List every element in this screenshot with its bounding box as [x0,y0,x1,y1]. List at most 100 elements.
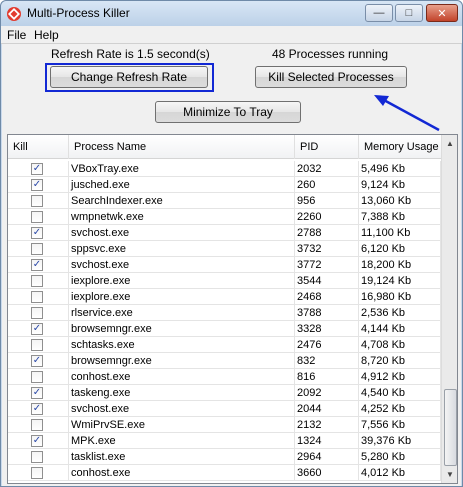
kill-checkbox[interactable] [31,339,43,351]
kill-checkbox[interactable]: ✓ [31,387,43,399]
table-row[interactable]: schtasks.exe 2476 4,708 Kb [8,337,441,353]
table-row[interactable]: conhost.exe 816 4,912 Kb [8,369,441,385]
kill-checkbox[interactable] [31,195,43,207]
menu-help[interactable]: Help [34,28,59,42]
pid-cell: 3772 [295,257,359,273]
kill-checkbox[interactable]: ✓ [31,355,43,367]
table-row[interactable]: iexplore.exe 3544 19,124 Kb [8,273,441,289]
scroll-thumb[interactable] [444,389,457,466]
kill-checkbox[interactable] [31,419,43,431]
scroll-down-icon[interactable]: ▼ [442,466,457,483]
pid-cell: 832 [295,353,359,369]
pid-cell: 3544 [295,273,359,289]
process-name-cell: svchost.exe [69,401,295,417]
kill-checkbox[interactable]: ✓ [31,163,43,175]
table-row[interactable]: ✓ browsemngr.exe 3328 4,144 Kb [8,321,441,337]
memory-usage-cell: 8,720 Kb [359,353,441,369]
close-icon: ✕ [437,7,447,20]
pid-cell: 3788 [295,305,359,321]
pid-cell: 2468 [295,289,359,305]
table-row[interactable]: ✓ VBoxTray.exe 2032 5,496 Kb [8,161,441,177]
table-row[interactable]: WmiPrvSE.exe 2132 7,556 Kb [8,417,441,433]
table-row[interactable]: ✓ browsemngr.exe 832 8,720 Kb [8,353,441,369]
menu-bar: File Help [1,26,462,44]
memory-usage-cell: 4,012 Kb [359,465,441,481]
table-row[interactable]: sppsvc.exe 3732 6,120 Kb [8,241,441,257]
kill-checkbox[interactable]: ✓ [31,435,43,447]
memory-usage-cell: 6,120 Kb [359,241,441,257]
kill-checkbox[interactable]: ✓ [31,403,43,415]
table-row[interactable]: ✓ jusched.exe 260 9,124 Kb [8,177,441,193]
minimize-button[interactable]: — [365,4,393,22]
process-name-cell: VBoxTray.exe [69,161,295,177]
table-row[interactable]: tasklist.exe 2964 5,280 Kb [8,449,441,465]
mpk-app-icon [7,7,21,21]
kill-checkbox[interactable]: ✓ [31,179,43,191]
kill-checkbox[interactable] [31,275,43,287]
pid-cell: 2032 [295,161,359,177]
kill-selected-button[interactable]: Kill Selected Processes [255,66,407,88]
vertical-scrollbar[interactable]: ▲ ▼ [441,135,457,483]
column-memory-usage[interactable]: Memory Usage [359,135,441,159]
kill-checkbox[interactable] [31,291,43,303]
kill-checkbox[interactable] [31,243,43,255]
pid-cell: 1324 [295,433,359,449]
pid-cell: 2964 [295,449,359,465]
process-table[interactable]: Kill Process Name PID Memory Usage ✓ VBox… [7,134,458,484]
process-name-cell: conhost.exe [69,369,295,385]
memory-usage-cell: 9,124 Kb [359,177,441,193]
pid-cell: 260 [295,177,359,193]
table-row[interactable]: rlservice.exe 3788 2,536 Kb [8,305,441,321]
pid-cell: 2092 [295,385,359,401]
menu-file[interactable]: File [7,28,26,42]
kill-checkbox[interactable] [31,371,43,383]
kill-checkbox[interactable] [31,451,43,463]
kill-checkbox[interactable] [31,211,43,223]
table-row[interactable]: ✓ svchost.exe 3772 18,200 Kb [8,257,441,273]
memory-usage-cell: 13,060 Kb [359,193,441,209]
table-row[interactable]: ✓ taskeng.exe 2092 4,540 Kb [8,385,441,401]
kill-cell [8,465,69,481]
window-title: Multi-Process Killer [27,6,130,20]
maximize-icon: □ [405,7,413,19]
column-process-name[interactable]: Process Name [69,135,295,159]
memory-usage-cell: 4,540 Kb [359,385,441,401]
memory-usage-cell: 4,912 Kb [359,369,441,385]
minimize-to-tray-button[interactable]: Minimize To Tray [155,101,301,123]
kill-checkbox[interactable] [31,307,43,319]
kill-cell: ✓ [8,385,69,401]
table-row[interactable]: iexplore.exe 2468 16,980 Kb [8,289,441,305]
table-row[interactable]: ✓ svchost.exe 2788 11,100 Kb [8,225,441,241]
process-name-cell: conhost.exe [69,465,295,481]
pid-cell: 3732 [295,241,359,257]
minimize-icon: — [373,7,385,19]
column-pid[interactable]: PID [295,135,359,159]
table-row[interactable]: wmpnetwk.exe 2260 7,388 Kb [8,209,441,225]
table-row[interactable]: ✓ MPK.exe 1324 39,376 Kb [8,433,441,449]
kill-checkbox[interactable] [31,467,43,479]
process-name-cell: iexplore.exe [69,289,295,305]
kill-checkbox[interactable]: ✓ [31,227,43,239]
maximize-button[interactable]: □ [395,4,423,22]
table-row[interactable]: conhost.exe 3660 4,012 Kb [8,465,441,481]
process-name-cell: rlservice.exe [69,305,295,321]
pid-cell: 2476 [295,337,359,353]
change-refresh-rate-button[interactable]: Change Refresh Rate [50,66,208,88]
kill-cell [8,289,69,305]
kill-checkbox[interactable]: ✓ [31,259,43,271]
close-button[interactable]: ✕ [426,4,458,22]
kill-checkbox[interactable]: ✓ [31,323,43,335]
kill-cell [8,305,69,321]
table-row[interactable]: ✓ svchost.exe 2044 4,252 Kb [8,401,441,417]
title-bar[interactable]: Multi-Process Killer — □ ✕ [1,1,462,26]
table-row[interactable]: SearchIndexer.exe 956 13,060 Kb [8,193,441,209]
process-name-cell: tasklist.exe [69,449,295,465]
scroll-up-icon[interactable]: ▲ [442,135,457,152]
process-name-cell: MPK.exe [69,433,295,449]
refresh-rate-label: Refresh Rate is 1.5 second(s) [51,47,210,61]
process-name-cell: wmpnetwk.exe [69,209,295,225]
memory-usage-cell: 16,980 Kb [359,289,441,305]
column-kill[interactable]: Kill [8,135,69,159]
pid-cell: 2260 [295,209,359,225]
pid-cell: 956 [295,193,359,209]
